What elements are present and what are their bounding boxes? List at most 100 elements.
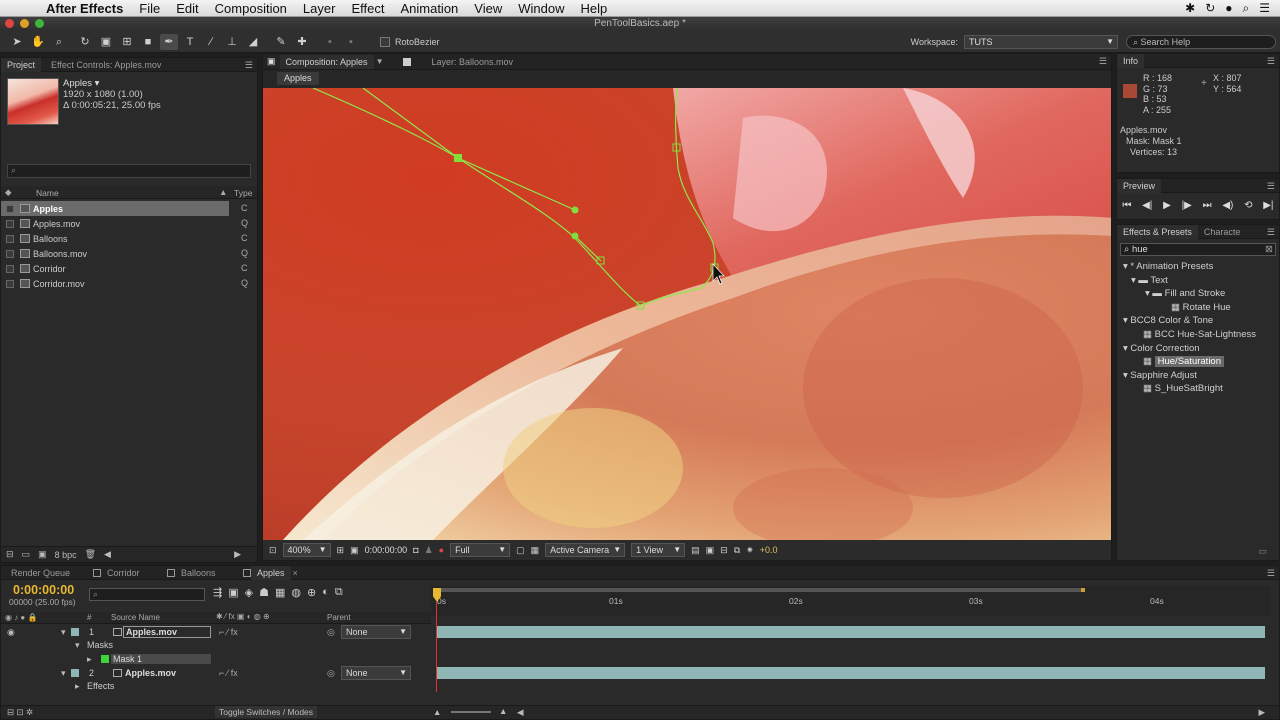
interpret-footage-icon[interactable]: ⊟ [6, 549, 14, 560]
tree-item[interactable]: ▾ Sapphire Adjust [1117, 369, 1279, 383]
expand-triangle-icon[interactable]: ▸ [75, 681, 80, 692]
expand-triangle-icon[interactable]: ▾ [1123, 315, 1128, 326]
tab-render-queue[interactable]: Render Queue [1, 566, 89, 580]
menu-composition[interactable]: Composition [207, 0, 295, 17]
always-preview-icon[interactable]: ⊡ [269, 545, 277, 556]
clear-search-icon[interactable]: ⊠ [1265, 244, 1273, 255]
bit-depth-button[interactable]: 8 bpc [55, 550, 77, 560]
composition-viewer[interactable] [263, 88, 1111, 540]
tab-character[interactable]: Characte [1198, 225, 1247, 239]
expand-triangle-icon[interactable]: ▾ [1145, 288, 1150, 299]
tree-item[interactable]: ▦ BCC Hue-Sat-Lightness [1117, 328, 1279, 342]
masks-group-row[interactable]: ▾ Masks [1, 638, 431, 652]
lock-icon[interactable]: ▣ [263, 56, 280, 67]
previous-frame-icon[interactable]: ◀| [1142, 200, 1152, 211]
list-item[interactable]: Balloons.mov [1, 246, 257, 261]
label-swatch[interactable] [71, 628, 79, 636]
mask-vertex-selected[interactable] [454, 154, 462, 162]
parent-pickwhip-icon[interactable]: ◎ [327, 668, 335, 679]
scroll-right-icon[interactable]: ▶ [234, 549, 241, 560]
tab-composition[interactable]: Composition: Apples [279, 54, 374, 69]
tree-item[interactable]: ▦ S_HueSatBright [1117, 382, 1279, 396]
chevron-down-icon[interactable]: ▼ [376, 57, 384, 66]
bezier-handle[interactable] [571, 232, 579, 240]
scroll-left-icon[interactable]: ◀ [517, 707, 524, 718]
selected-item-name[interactable]: Apples ▾ [63, 78, 99, 89]
layer-row[interactable]: ◉ ▾ 1 Apples.mov ⌐ ⁄ fx ◎ None ▼ [1, 625, 431, 639]
panel-menu-icon[interactable]: ☰ [1267, 54, 1275, 68]
rotate-tool-icon[interactable]: ↻ [76, 34, 94, 50]
hand-tool-icon[interactable]: ✋ [29, 34, 47, 50]
ram-preview-icon[interactable]: ▶| [1263, 200, 1273, 211]
layer-name[interactable]: Apples.mov [125, 668, 176, 678]
parent-select[interactable]: None ▼ [341, 625, 411, 639]
layer-duration-bar[interactable] [437, 626, 1265, 638]
timeline-icon[interactable]: ⊟ [720, 545, 728, 556]
show-snapshot-icon[interactable]: ♟ [425, 545, 433, 556]
roto-brush-tool-icon[interactable]: ✎ [272, 34, 290, 50]
tab-effect-controls[interactable]: Effect Controls: Apples.mov [45, 58, 167, 72]
zoom-out-icon[interactable]: ▲ [433, 707, 441, 717]
tree-item[interactable]: ▾ * Animation Presets [1117, 260, 1279, 274]
workspace-select[interactable]: TUTS ▼ [964, 34, 1118, 49]
tab-project[interactable]: Project [1, 58, 42, 72]
close-tab-icon[interactable]: × [293, 568, 298, 578]
draft-3d-icon[interactable]: ◈ [245, 586, 253, 599]
scroll-left-icon[interactable]: ◀ [104, 549, 111, 560]
expand-triangle-icon[interactable]: ▾ [1123, 261, 1128, 272]
mask-color-swatch[interactable] [101, 655, 109, 663]
clone-stamp-tool-icon[interactable]: ⊥ [223, 34, 241, 50]
layer-row[interactable]: ▾ 2 Apples.mov ⌐ ⁄ fx ◎ None ▼ [1, 666, 431, 680]
app-menu[interactable]: After Effects [38, 0, 131, 17]
magnification-select[interactable]: 400% ▼ [282, 543, 331, 557]
search-help-input[interactable]: ⌕ Search Help [1126, 34, 1276, 49]
tab-effects-presets[interactable]: Effects & Presets [1117, 225, 1198, 239]
panel-menu-icon[interactable]: ☰ [1267, 179, 1275, 193]
exposure-icon[interactable]: ✷ [746, 545, 754, 556]
pan-behind-tool-icon[interactable]: ⊞ [118, 34, 136, 50]
rotobezier-checkbox[interactable] [380, 36, 390, 47]
col-type[interactable]: Type [234, 188, 252, 198]
project-search-input[interactable]: ⌕ [7, 164, 251, 178]
view-layout-select[interactable]: 1 View ▼ [631, 543, 686, 557]
layer-switches[interactable]: ⌐ ⁄ fx [219, 627, 238, 637]
label-column-icon[interactable]: ◆ [5, 187, 12, 198]
rectangle-tool-icon[interactable]: ■ [139, 34, 157, 50]
sync-icon[interactable]: ↻ [1205, 1, 1215, 15]
tab-preview[interactable]: Preview [1117, 179, 1162, 193]
scroll-right-icon[interactable]: ▶ [1258, 707, 1265, 718]
menu-view[interactable]: View [466, 0, 510, 17]
work-area-bar[interactable] [433, 588, 1085, 592]
new-folder-icon[interactable]: ▭ [22, 549, 31, 560]
mask-row[interactable]: ▸ Mask 1 [1, 652, 431, 666]
bezier-handle[interactable] [571, 206, 579, 214]
expand-triangle-icon[interactable]: ▾ [1131, 275, 1136, 286]
parent-select[interactable]: None ▼ [341, 666, 411, 680]
pen-tool-icon[interactable]: ✒ [160, 33, 178, 50]
tree-item[interactable]: ▦ Hue/Saturation [1117, 355, 1279, 369]
panel-menu-icon[interactable]: ☰ [245, 58, 253, 72]
comp-breadcrumb[interactable]: Apples [277, 72, 319, 85]
comp-mini-flowchart-icon[interactable]: ⇶ [213, 586, 222, 599]
list-item[interactable]: Corridor.mov [1, 276, 257, 291]
menu-layer[interactable]: Layer [295, 0, 344, 17]
axis-local-icon[interactable]: ▪ [321, 34, 339, 50]
tree-item[interactable]: ▾ BCC8 Color & Tone [1117, 314, 1279, 328]
camera-select[interactable]: Active Camera ▼ [545, 543, 626, 557]
list-item[interactable]: Balloons [1, 231, 257, 246]
toggle-pixel-aspect-icon[interactable]: ▤ [691, 545, 700, 556]
puppet-tool-icon[interactable]: ✚ [293, 34, 311, 50]
tab-apples[interactable]: Apples [251, 566, 291, 580]
notifications-icon[interactable]: ☰ [1259, 1, 1270, 15]
eraser-tool-icon[interactable]: ◢ [244, 34, 262, 50]
transparency-grid-icon[interactable]: ▦ [531, 545, 540, 556]
trash-icon[interactable]: 🗑 [85, 549, 96, 560]
grid-guide-icon[interactable]: ⊞ [337, 545, 345, 556]
channel-icon[interactable]: ● [439, 545, 444, 555]
region-of-interest-icon[interactable]: ▢ [516, 545, 525, 556]
tab-info[interactable]: Info [1117, 54, 1145, 68]
tree-item[interactable]: ▾ Color Correction [1117, 342, 1279, 356]
camera-tool-icon[interactable]: ▣ [97, 34, 115, 50]
av-features-icon[interactable]: ◉ ♪ ● 🔒 [5, 613, 37, 622]
live-update-icon[interactable]: ▣ [228, 586, 238, 599]
